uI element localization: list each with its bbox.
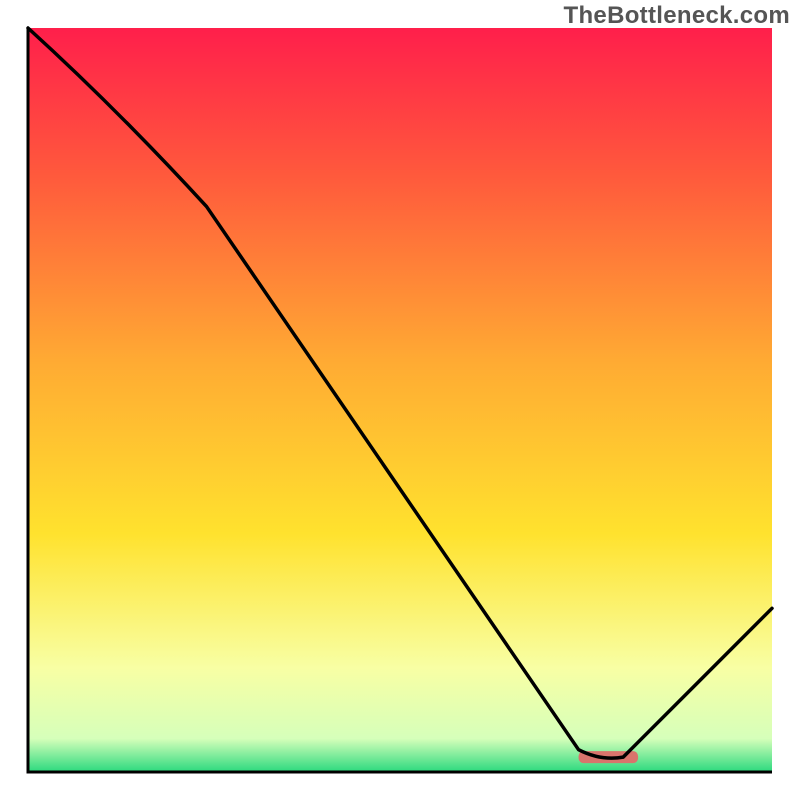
watermark-text: TheBottleneck.com [564,2,790,30]
chart-stage: TheBottleneck.com [0,0,800,800]
bottleneck-chart [0,0,800,800]
plot-background [28,28,772,772]
